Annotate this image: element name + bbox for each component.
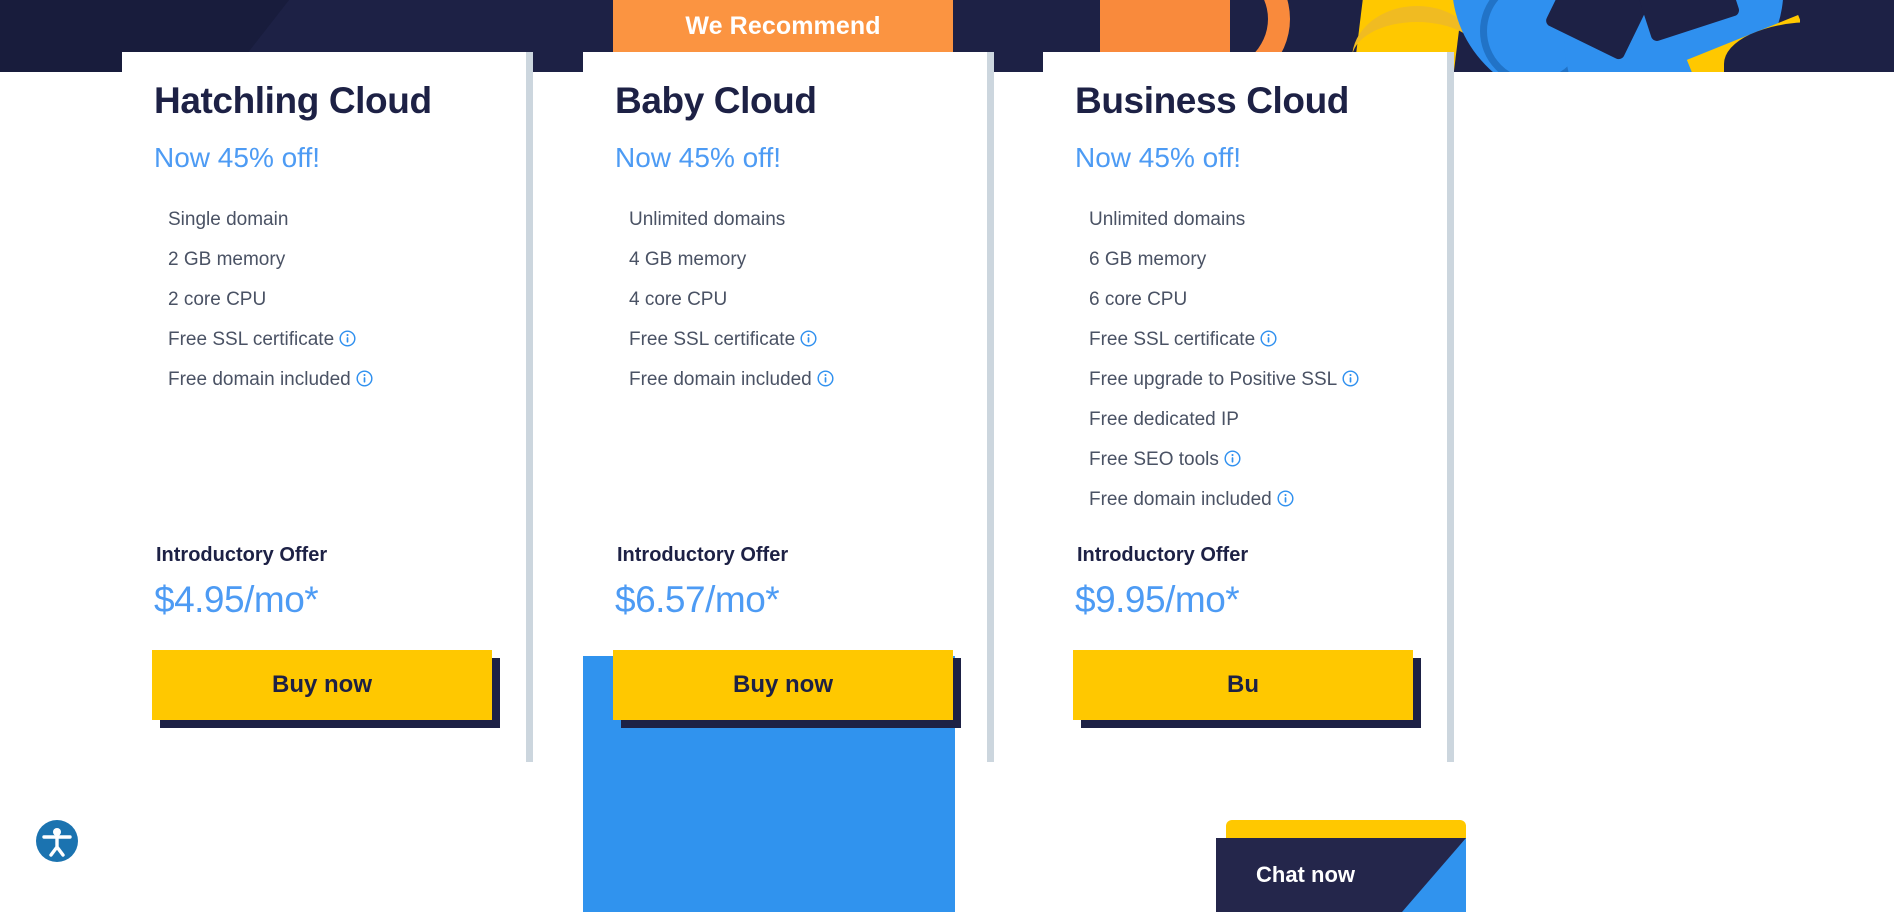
plan-offer-block: Introductory Offer $6.57/mo* [615, 544, 788, 621]
accessibility-icon[interactable] [36, 820, 78, 862]
plan-title: Hatchling Cloud [154, 80, 432, 121]
plan-feature-list: Unlimited domains 4 GB memory 4 core CPU Fr… [615, 200, 955, 400]
plan-title: Business Cloud [1075, 80, 1349, 121]
plan-feature-label: 6 core CPU [1089, 289, 1188, 310]
card-divider [1447, 52, 1454, 762]
card-divider [526, 52, 533, 762]
plan-feature-label: Free domain included [168, 369, 351, 390]
plan-feature-label: Single domain [168, 209, 289, 230]
plan-feature-item: Free domain included [1075, 480, 1415, 520]
plan-feature-label: Free SSL certificate [1089, 329, 1256, 350]
plan-feature-label: 2 core CPU [168, 289, 267, 310]
plan-feature-item: 2 GB memory [154, 240, 494, 280]
plan-feature-label: Free SEO tools [1089, 449, 1219, 470]
plan-feature-label: 4 core CPU [629, 289, 728, 310]
plan-feature-item: 4 GB memory [615, 240, 955, 280]
plan-feature-label: Free SSL certificate [629, 329, 796, 350]
offer-label: Introductory Offer [156, 544, 328, 566]
plan-feature-item: Free SSL certificate [1075, 320, 1415, 360]
info-icon[interactable] [817, 370, 834, 387]
plan-feature-item: 6 core CPU [1075, 280, 1415, 320]
buy-now-button[interactable]: Buy now [613, 650, 953, 720]
plan-price: $4.95/mo* [154, 579, 319, 620]
plan-feature-label: Unlimited domains [1089, 209, 1246, 230]
info-icon[interactable] [800, 330, 817, 347]
plan-feature-item: Single domain [154, 200, 494, 240]
plan-card-business-cloud: Business Cloud Now 45% off! Unlimited do… [1043, 52, 1447, 912]
plan-discount: Now 45% off! [615, 142, 782, 173]
plan-feature-list: Single domain 2 GB memory 2 core CPU Free S… [154, 200, 494, 400]
plan-feature-label: Free domain included [629, 369, 812, 390]
offer-label: Introductory Offer [617, 544, 789, 566]
buy-now-wrapper: Bu [1073, 650, 1421, 728]
recommended-badge: We Recommend [613, 0, 953, 52]
plan-price: $9.95/mo* [1075, 579, 1240, 620]
pricing-page: We Recommend Hatchling Cloud Now 45% off… [0, 0, 1894, 912]
plan-card-baby-cloud: Baby Cloud Now 45% off! Unlimited domain… [583, 52, 987, 912]
buy-now-button[interactable]: Buy now [152, 650, 492, 720]
plan-feature-item: Free upgrade to Positive SSL [1075, 360, 1415, 400]
plan-feature-item: 2 core CPU [154, 280, 494, 320]
chat-now-widget[interactable]: Chat now [1216, 820, 1466, 912]
info-icon[interactable] [356, 370, 373, 387]
info-icon[interactable] [339, 330, 356, 347]
info-icon[interactable] [1224, 450, 1241, 467]
plan-feature-label: 4 GB memory [629, 249, 747, 270]
accessibility-person-icon [42, 828, 72, 857]
plan-card-hatchling-cloud: Hatchling Cloud Now 45% off! Single doma… [122, 52, 526, 912]
buy-now-button[interactable]: Bu [1073, 650, 1413, 720]
chat-widget-top-strip [1226, 820, 1466, 838]
plan-offer-block: Introductory Offer $4.95/mo* [154, 544, 327, 621]
plan-feature-label: 6 GB memory [1089, 249, 1207, 270]
plan-feature-label: Free SSL certificate [168, 329, 335, 350]
buy-now-wrapper: Buy now [152, 650, 500, 728]
plan-feature-label: Free domain included [1089, 489, 1272, 510]
plan-feature-list: Unlimited domains 6 GB memory 6 core CPU Fr… [1075, 200, 1415, 520]
plan-feature-item: 4 core CPU [615, 280, 955, 320]
plan-discount: Now 45% off! [154, 142, 321, 173]
plan-title: Baby Cloud [615, 80, 817, 121]
info-icon[interactable] [1342, 370, 1359, 387]
card-divider [987, 52, 994, 762]
chat-now-label: Chat now [1256, 862, 1355, 887]
offer-label: Introductory Offer [1077, 544, 1249, 566]
plan-feature-item: Free dedicated IP [1075, 400, 1415, 440]
plan-feature-item: Free SSL certificate [154, 320, 494, 360]
plan-feature-label: Unlimited domains [629, 209, 786, 230]
plan-feature-item: Unlimited domains [1075, 200, 1415, 240]
info-icon[interactable] [1260, 330, 1277, 347]
plan-feature-item: Free SEO tools [1075, 440, 1415, 480]
info-icon[interactable] [1277, 490, 1294, 507]
plan-feature-label: Free upgrade to Positive SSL [1089, 369, 1338, 390]
plan-feature-item: Unlimited domains [615, 200, 955, 240]
plan-feature-item: Free SSL certificate [615, 320, 955, 360]
plan-offer-block: Introductory Offer $9.95/mo* [1075, 544, 1248, 621]
decoration-navy-fill [1800, 0, 1894, 72]
plan-feature-item: Free domain included [615, 360, 955, 400]
plan-feature-label: 2 GB memory [168, 249, 286, 270]
plan-feature-item: 6 GB memory [1075, 240, 1415, 280]
plan-price: $6.57/mo* [615, 579, 780, 620]
plan-discount: Now 45% off! [1075, 142, 1242, 173]
plan-feature-label: Free dedicated IP [1089, 409, 1239, 430]
buy-now-wrapper: Buy now [613, 650, 961, 728]
plan-feature-item: Free domain included [154, 360, 494, 400]
recommended-badge-label: We Recommend [685, 11, 881, 40]
